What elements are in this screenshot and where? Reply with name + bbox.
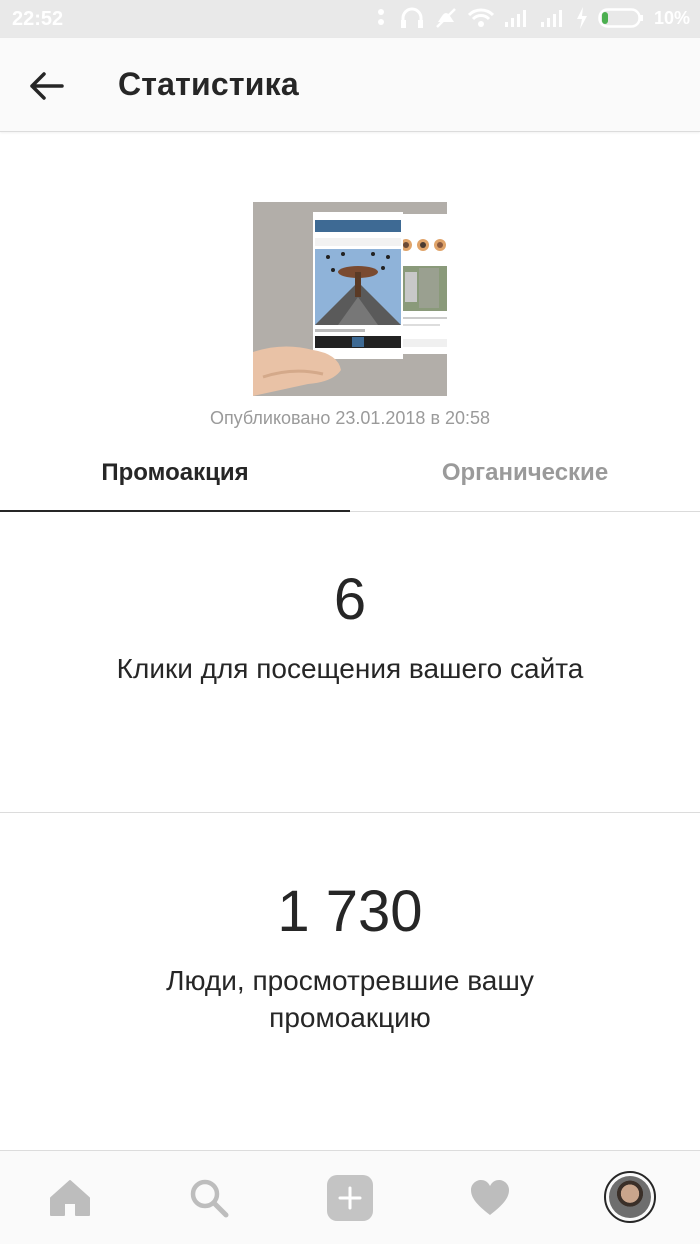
search-icon	[190, 1179, 229, 1218]
add-icon	[327, 1175, 373, 1221]
nav-profile-button[interactable]	[604, 1171, 656, 1223]
battery-percent: 10%	[653, 7, 690, 28]
nav-add-button[interactable]	[325, 1173, 375, 1223]
wifi-icon	[467, 8, 494, 27]
metric-label: Люди, просмотревшие вашу промоакцию	[166, 965, 534, 1033]
signal-icon	[540, 10, 562, 27]
nav-activity-button[interactable]	[465, 1173, 515, 1223]
tab-promo[interactable]: Промоакция	[0, 438, 350, 512]
metric-label: Клики для посещения вашего сайта	[116, 653, 584, 684]
mute-icon	[436, 8, 456, 28]
battery-icon	[598, 8, 643, 28]
stats-tabs: Промоакция Органические	[0, 438, 700, 512]
metric-reach: 1 730 Люди, просмотревшие вашу промоакци…	[0, 880, 700, 1036]
alarm-icon	[377, 9, 384, 25]
metric-website-clicks: 6 Клики для посещения вашего сайта	[0, 568, 700, 687]
heart-icon	[471, 1180, 509, 1215]
post-image	[253, 202, 447, 396]
statistics-screen: 22:52 10% Статистика Опубликовано 23.01.…	[0, 0, 700, 1244]
tab-organic[interactable]: Органические	[350, 438, 700, 512]
signal-icon	[504, 10, 526, 27]
app-bar: Статистика	[0, 38, 700, 132]
post-thumbnail[interactable]	[253, 202, 447, 396]
status-bar: 22:52 10%	[0, 0, 700, 38]
back-button[interactable]	[26, 66, 66, 106]
metric-value: 1 730	[277, 879, 423, 944]
nav-search-button[interactable]	[184, 1173, 234, 1223]
charging-icon	[576, 7, 587, 29]
metric-value: 6	[333, 567, 367, 632]
published-date: Опубликовано 23.01.2018 в 20:58	[209, 408, 491, 428]
status-time: 22:52	[12, 8, 64, 30]
section-divider	[0, 812, 700, 813]
page-title: Статистика	[118, 66, 299, 102]
bottom-navigation	[0, 1150, 700, 1244]
headphones-icon	[400, 7, 423, 28]
arrow-left-icon	[30, 72, 64, 100]
home-icon	[50, 1180, 90, 1216]
profile-avatar	[609, 1176, 651, 1218]
nav-home-button[interactable]	[45, 1173, 95, 1223]
status-icons: 10%	[372, 7, 690, 29]
